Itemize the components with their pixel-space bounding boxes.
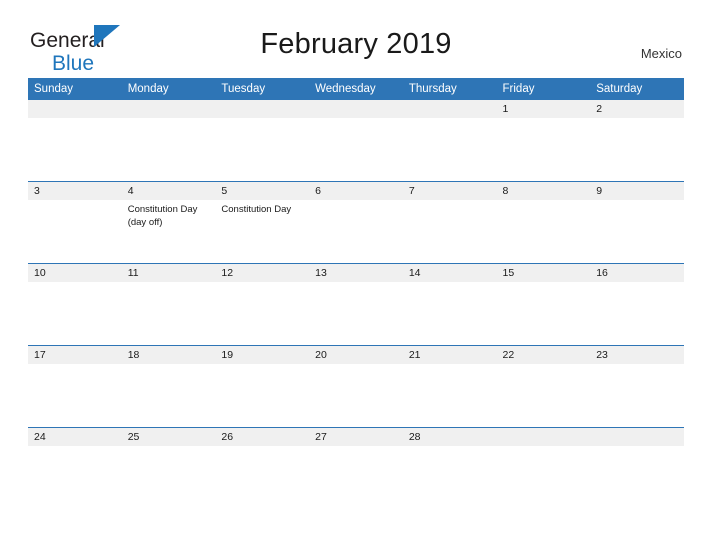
calendar-empty-cell [496,427,591,509]
day-number [402,100,497,118]
calendar-day-cell[interactable]: 13 [309,263,403,346]
weekday-header-wednesday: Wednesday [309,78,403,100]
day-events: Constitution Day [215,200,309,217]
calendar-day-cell[interactable]: 16 [590,263,684,346]
calendar-day-cell[interactable]: 20 [309,345,403,428]
day-number [496,428,591,446]
calendar-day-cell[interactable]: 10 [28,263,122,346]
day-number: 19 [215,346,310,364]
calendar-page: General Blue February 2019 Mexico Sunday… [0,0,712,550]
calendar-empty-cell [28,100,122,182]
calendar-day-cell[interactable]: 25 [121,427,216,509]
day-number: 27 [309,428,403,446]
calendar-day-cell[interactable]: 19 [215,345,310,428]
calendar-day-cell[interactable]: 17 [28,345,122,428]
calendar-day-cell[interactable]: 11 [121,263,216,346]
calendar-day-cell[interactable]: 14 [402,263,497,346]
calendar-day-cell[interactable]: 12 [215,263,310,346]
day-number: 26 [215,428,310,446]
calendar-body: 1 2 3 4 Constitution Day (day off) 5 Constituti… [28,100,684,509]
weekday-header-tuesday: Tuesday [215,78,310,100]
day-number: 9 [590,182,684,200]
calendar-day-cell[interactable]: 28 [402,427,497,509]
event-label: Constitution Day [127,204,198,215]
day-events: Constitution Day (day off) [122,200,216,229]
day-number: 8 [496,182,591,200]
day-number: 7 [402,182,497,200]
calendar-header-row: Sunday Monday Tuesday Wednesday Thursday Frid… [28,78,684,100]
calendar-week-row: 24 25 26 27 28 [28,427,684,509]
day-number: 18 [121,346,216,364]
calendar-day-cell[interactable]: 15 [496,263,591,346]
weekday-header-thursday: Thursday [402,78,497,100]
day-number: 25 [121,428,216,446]
day-number: 10 [28,264,122,282]
page-header: General Blue February 2019 Mexico [0,0,712,76]
calendar-day-cell[interactable]: 21 [402,345,497,428]
day-number: 2 [590,100,684,118]
calendar-day-cell[interactable]: 8 [496,181,591,264]
day-number [309,100,403,118]
calendar-day-cell[interactable]: 24 [28,427,122,509]
day-number: 1 [496,100,591,118]
calendar-day-cell[interactable]: 23 [590,345,684,428]
day-number: 20 [309,346,403,364]
weekday-header-saturday: Saturday [590,78,684,100]
day-number: 13 [309,264,403,282]
calendar-day-cell[interactable]: 26 [215,427,310,509]
calendar-day-cell[interactable]: 2 [590,100,684,182]
day-number: 28 [402,428,497,446]
calendar-day-cell[interactable]: 3 [28,181,122,264]
day-number: 16 [590,264,684,282]
day-number: 23 [590,346,684,364]
calendar-day-cell[interactable]: 5 Constitution Day [215,181,310,264]
day-number: 24 [28,428,122,446]
calendar-day-cell[interactable]: 6 [309,181,403,264]
day-number: 22 [496,346,591,364]
weekday-header-monday: Monday [121,78,216,100]
calendar-week-row: 17 18 19 20 21 22 23 [28,345,684,428]
day-number [590,428,684,446]
day-number: 11 [121,264,216,282]
calendar-empty-cell [402,100,497,182]
calendar-empty-cell [215,100,310,182]
calendar-day-cell[interactable]: 18 [121,345,216,428]
event-label: (day off) [127,216,163,228]
page-title: February 2019 [260,28,452,60]
day-number: 15 [496,264,591,282]
day-number: 5 [215,182,310,200]
day-number [121,100,216,118]
calendar-empty-cell [121,100,216,182]
day-number: 21 [402,346,497,364]
calendar-table: Sunday Monday Tuesday Wednesday Thursday Frid… [28,78,684,509]
calendar-empty-cell [590,427,684,509]
day-number: 17 [28,346,122,364]
day-number: 4 [121,182,216,200]
day-number: 6 [309,182,403,200]
weekday-header-sunday: Sunday [28,78,122,100]
calendar-week-row: 3 4 Constitution Day (day off) 5 Constitution… [28,181,684,264]
country-label: Mexico [640,46,682,61]
calendar-week-row: 10 11 12 13 14 15 16 [28,263,684,346]
event-label: Constitution Day [221,204,292,215]
weekday-header-friday: Friday [496,78,591,100]
calendar-day-cell[interactable]: 1 [496,100,591,182]
weekday-header-row: Sunday Monday Tuesday Wednesday Thursday Frid… [28,78,684,100]
day-number: 14 [402,264,497,282]
day-number: 12 [215,264,310,282]
day-number [28,100,122,118]
day-number [215,100,310,118]
calendar-grid: Sunday Monday Tuesday Wednesday Thursday Frid… [28,78,684,509]
calendar-day-cell[interactable]: 4 Constitution Day (day off) [121,181,216,264]
calendar-empty-cell [309,100,403,182]
calendar-day-cell[interactable]: 27 [309,427,403,509]
calendar-day-cell[interactable]: 9 [590,181,684,264]
calendar-week-row: 12 [28,100,684,182]
calendar-day-cell[interactable]: 22 [496,345,591,428]
day-number: 3 [28,182,122,200]
calendar-day-cell[interactable]: 7 [402,181,497,264]
